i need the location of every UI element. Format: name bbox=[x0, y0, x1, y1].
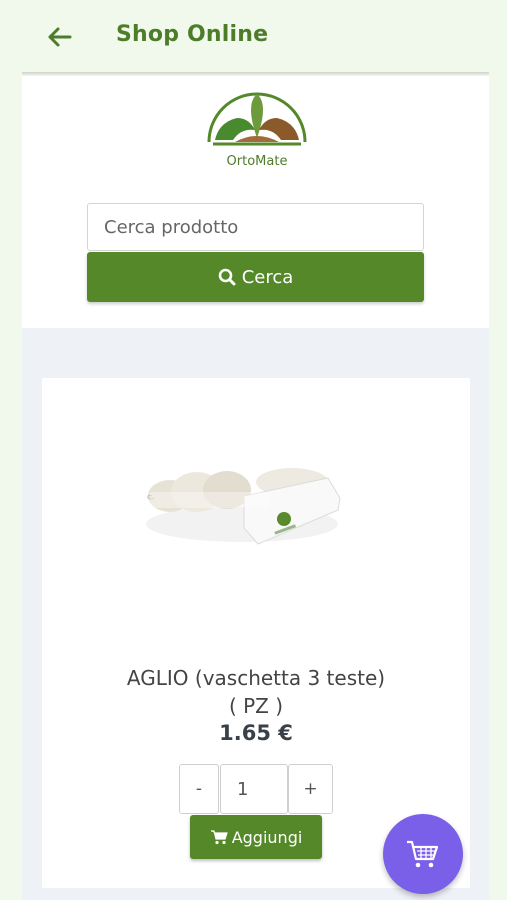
quantity-decrease-button[interactable]: - bbox=[179, 764, 219, 814]
back-button[interactable] bbox=[44, 22, 74, 52]
shopping-cart-icon bbox=[407, 840, 439, 868]
add-to-cart-button[interactable]: Aggiungi bbox=[190, 815, 322, 859]
app-bar: Shop Online bbox=[22, 0, 489, 74]
product-title: AGLIO (vaschetta 3 teste) bbox=[126, 666, 386, 690]
header-panel: OrtoMate Cerca bbox=[22, 76, 489, 328]
page-title: Shop Online bbox=[116, 22, 269, 47]
product-price: 1.65 € bbox=[219, 721, 293, 745]
cart-icon bbox=[210, 830, 228, 845]
arrow-left-icon bbox=[48, 27, 72, 47]
search-input[interactable] bbox=[87, 203, 424, 251]
add-to-cart-label: Aggiungi bbox=[231, 827, 303, 847]
garlic-product-image bbox=[146, 468, 341, 545]
search-icon bbox=[218, 268, 236, 286]
product-name: AGLIO (vaschetta 3 teste) ( PZ ) bbox=[42, 664, 470, 720]
quantity-input[interactable]: 1 bbox=[220, 764, 288, 814]
search-button-label: Cerca bbox=[241, 266, 294, 288]
product-card: AGLIO (vaschetta 3 teste) ( PZ ) 1.65 € … bbox=[42, 378, 470, 888]
brand-logo: OrtoMate bbox=[205, 84, 309, 170]
cart-fab-button[interactable] bbox=[383, 814, 463, 894]
brand-name: OrtoMate bbox=[226, 154, 288, 169]
search-button[interactable]: Cerca bbox=[87, 252, 424, 302]
product-unit: ( PZ ) bbox=[228, 694, 284, 718]
leaves-logo-icon bbox=[207, 92, 307, 146]
quantity-increase-button[interactable]: + bbox=[288, 764, 333, 814]
